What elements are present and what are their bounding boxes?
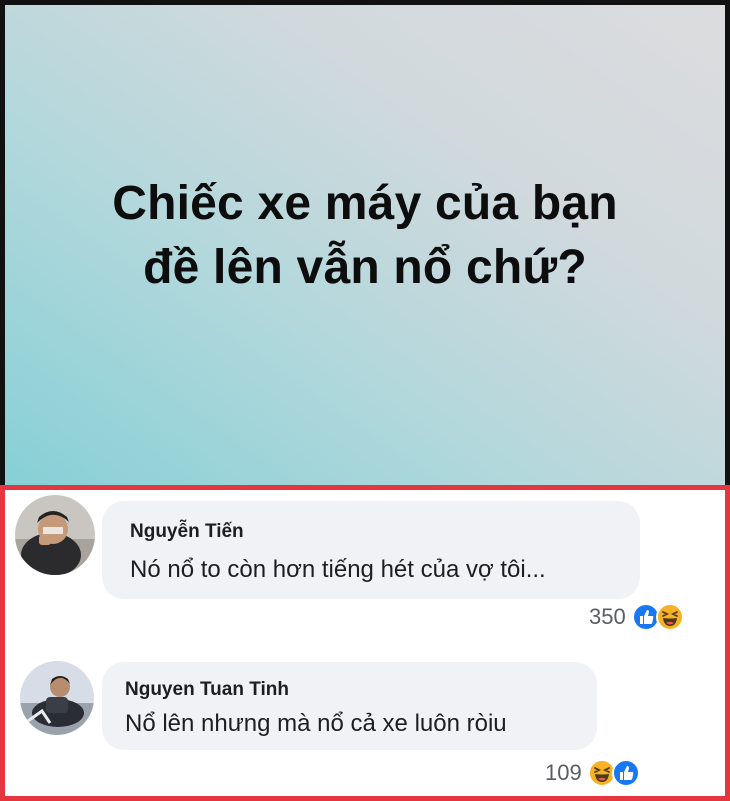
- avatar[interactable]: [15, 495, 95, 575]
- post-text-line-1: Chiếc xe máy của bạn: [112, 177, 618, 230]
- post-text-line-2: đề lên vẫn nổ chứ?: [143, 241, 587, 294]
- post-banner: Chiếc xe máy của bạn đề lên vẫn nổ chứ?: [0, 0, 730, 485]
- comment-text: Nổ lên nhưng mà nổ cả xe luôn ròiu: [125, 710, 507, 737]
- like-icon: [611, 759, 640, 787]
- reaction-summary[interactable]: 350: [589, 602, 684, 632]
- reaction-summary[interactable]: 109: [545, 758, 640, 788]
- post-text: Chiếc xe máy của bạn đề lên vẫn nổ chứ?: [112, 172, 618, 300]
- comment-author[interactable]: Nguyễn Tiến: [130, 521, 244, 543]
- comment-author[interactable]: Nguyen Tuan Tinh: [125, 679, 289, 701]
- reaction-count: 350: [589, 604, 626, 629]
- comments-highlight-frame: Nguyễn Tiến Nó nổ to còn hơn tiếng hét c…: [0, 485, 730, 801]
- comment-text: Nó nổ to còn hơn tiếng hét của vợ tôi...: [130, 556, 546, 583]
- comment-bubble[interactable]: [102, 501, 640, 599]
- haha-icon: [655, 603, 684, 631]
- reaction-count: 109: [545, 760, 582, 785]
- avatar[interactable]: [20, 661, 94, 735]
